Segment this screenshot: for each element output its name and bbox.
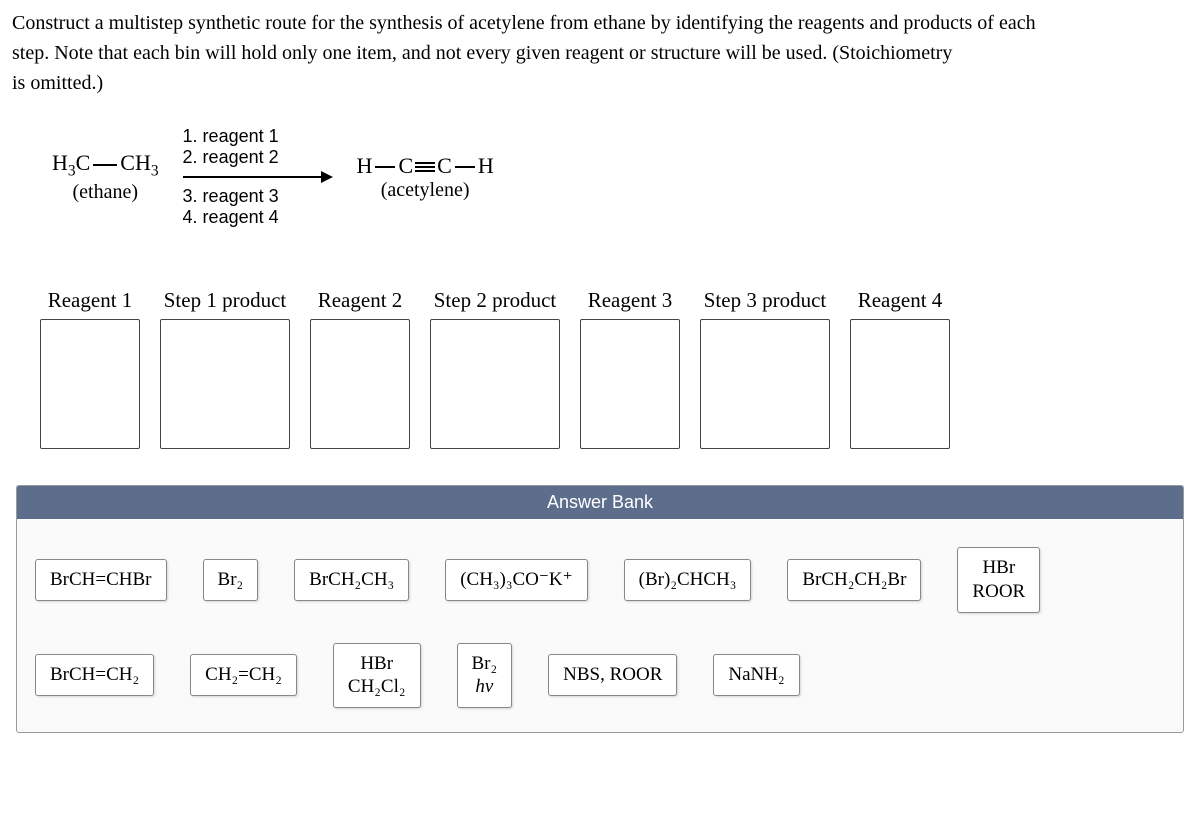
drop-col-reagent-4: Reagent 4 [850, 288, 950, 449]
triple-bond-icon [415, 160, 435, 174]
tile-hbr-roor[interactable]: HBr ROOR [957, 547, 1040, 613]
tile-text: NBS, ROOR [563, 664, 662, 685]
answer-bank-header: Answer Bank [17, 486, 1183, 519]
question-text: Construct a multistep synthetic route fo… [12, 8, 1188, 98]
drop-col-step3-product: Step 3 product [700, 288, 830, 449]
synthesis-scheme: H3CCH3 (ethane) 1. reagent 1 2. reagent … [52, 126, 1188, 228]
tile-text: CH₂=CH₂ [205, 664, 282, 685]
tile-brch2ch3[interactable]: BrCH₂CH₃ [294, 559, 409, 601]
answer-bank-items: BrCH=CHBr Br₂ BrCH₂CH₃ (CH₃)₃CO⁻K⁺ (Br)₂… [17, 519, 1183, 714]
tile-text: (Br)₂CHCH₃ [639, 569, 737, 590]
tile-text-bottom: ROOR [972, 580, 1025, 604]
drop-bin-reagent-4[interactable] [850, 319, 950, 449]
single-bond-icon [93, 164, 117, 166]
drop-bin-reagent-3[interactable] [580, 319, 680, 449]
drop-col-reagent-2: Reagent 2 [310, 288, 410, 449]
reagent-4-label: 4. reagent 4 [183, 207, 333, 228]
drop-bin-reagent-2[interactable] [310, 319, 410, 449]
drop-col-step2-product: Step 2 product [430, 288, 560, 449]
tile-text: NaNH₂ [728, 664, 784, 685]
tile-tbutoxide[interactable]: (CH₃)₃CO⁻K⁺ [445, 559, 587, 601]
tile-text: BrCH=CHBr [50, 569, 152, 590]
starting-material-label: (ethane) [52, 181, 159, 204]
f-ch: CH [120, 150, 151, 175]
tile-br2-hv[interactable]: Br₂ hv [457, 643, 513, 709]
reagent-3-label: 3. reagent 3 [183, 186, 333, 207]
product-label: (acetylene) [357, 179, 494, 202]
f-sub1: 3 [68, 163, 76, 180]
p-c2: C [437, 153, 452, 178]
drop-bin-step1-product[interactable] [160, 319, 290, 449]
f-h: H [52, 150, 68, 175]
tile-hbr-ch2cl2[interactable]: HBr CH₂Cl₂ [333, 643, 421, 709]
single-bond-icon [375, 166, 395, 168]
single-bond-icon [455, 166, 475, 168]
tile-text-top: HBr [348, 652, 406, 676]
drop-bin-step3-product[interactable] [700, 319, 830, 449]
drop-col-reagent-3: Reagent 3 [580, 288, 680, 449]
tile-text: BrCH₂CH₂Br [802, 569, 906, 590]
reaction-arrow-block: 1. reagent 1 2. reagent 2 3. reagent 3 4… [183, 126, 333, 228]
tile-text-top: HBr [972, 556, 1025, 580]
question-line-1: Construct a multistep synthetic route fo… [12, 12, 1036, 34]
drop-targets-row: Reagent 1 Step 1 product Reagent 2 Step … [40, 288, 1188, 449]
reaction-arrow-icon [183, 170, 333, 184]
drop-label: Reagent 2 [318, 288, 403, 313]
product: HCCH (acetylene) [357, 153, 494, 202]
reagent-2-label: 2. reagent 2 [183, 147, 333, 168]
drop-label: Step 1 product [164, 288, 286, 313]
starting-material: H3CCH3 (ethane) [52, 150, 159, 203]
tile-text: (CH₃)₃CO⁻K⁺ [460, 569, 572, 590]
tile-brch-chbr[interactable]: BrCH=CHBr [35, 559, 167, 601]
reagent-1-label: 1. reagent 1 [183, 126, 333, 147]
p-h2: H [478, 153, 494, 178]
drop-col-step1-product: Step 1 product [160, 288, 290, 449]
drop-label: Step 3 product [704, 288, 826, 313]
drop-bin-step2-product[interactable] [430, 319, 560, 449]
question-line-3: is omitted.) [12, 72, 103, 94]
tile-brch2ch2br[interactable]: BrCH₂CH₂Br [787, 559, 921, 601]
question-line-2: step. Note that each bin will hold only … [12, 42, 952, 64]
f-sub2: 3 [151, 163, 159, 180]
tile-text: Br₂ [218, 569, 244, 590]
tile-br2[interactable]: Br₂ [203, 559, 259, 601]
tile-br2chch3[interactable]: (Br)₂CHCH₃ [624, 559, 752, 601]
tile-brch-ch2[interactable]: BrCH=CH₂ [35, 654, 154, 696]
drop-col-reagent-1: Reagent 1 [40, 288, 140, 449]
drop-bin-reagent-1[interactable] [40, 319, 140, 449]
p-c1: C [398, 153, 413, 178]
tile-nanh2[interactable]: NaNH₂ [713, 654, 799, 696]
answer-bank: Answer Bank BrCH=CHBr Br₂ BrCH₂CH₃ (CH₃)… [16, 485, 1184, 733]
tile-text: BrCH=CH₂ [50, 664, 139, 685]
tile-text: BrCH₂CH₃ [309, 569, 394, 590]
tile-text-bottom: CH₂Cl₂ [348, 675, 406, 699]
drop-label: Reagent 1 [48, 288, 133, 313]
drop-label: Reagent 4 [858, 288, 943, 313]
tile-ch2-ch2[interactable]: CH₂=CH₂ [190, 654, 297, 696]
f-c: C [76, 150, 91, 175]
tile-text-top: Br₂ [472, 652, 498, 676]
drop-label: Step 2 product [434, 288, 556, 313]
tile-text-bottom: hv [472, 675, 498, 699]
p-h1: H [357, 153, 373, 178]
tile-nbs-roor[interactable]: NBS, ROOR [548, 654, 677, 696]
drop-label: Reagent 3 [588, 288, 673, 313]
